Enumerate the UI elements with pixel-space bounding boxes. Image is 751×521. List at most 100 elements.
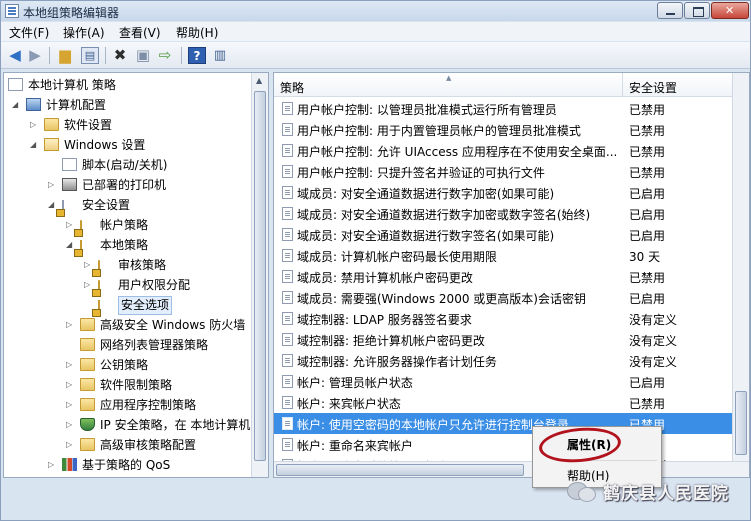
tree-item-windows-firewall[interactable]: ▷ 高级安全 Windows 防火墙 [66, 315, 256, 335]
menu-action[interactable]: 操作(A) [63, 24, 105, 41]
collapse-arrow-icon[interactable]: ◢ [66, 241, 74, 249]
tree-item-label: 网络列表管理器策略 [100, 338, 209, 352]
policy-name: 域成员: 对安全通道数据进行数字加密或数字签名(始终) [297, 208, 591, 222]
list-vertical-scrollbar[interactable] [732, 73, 749, 461]
menu-help[interactable]: 帮助(H) [176, 24, 218, 41]
close-button[interactable] [711, 2, 749, 19]
minimize-button[interactable] [657, 2, 683, 19]
scrollbar-thumb[interactable] [735, 391, 747, 455]
list-column-header: ▲ 策略 安全设置 [274, 73, 734, 97]
table-row[interactable]: 域成员: 计算机帐户密码最长使用期限 30 天 [274, 245, 734, 266]
computer-icon [26, 98, 41, 111]
table-row[interactable]: 帐户: 使用空密码的本地帐户只允许进行控制台登录 已禁用 [274, 413, 734, 434]
tree-item-software-restriction[interactable]: ▷ 软件限制策略 [66, 375, 256, 395]
tree-item-computer-config[interactable]: ◢ 计算机配置 [12, 95, 252, 115]
table-row[interactable]: 域成员: 对安全通道数据进行数字加密或数字签名(始终) 已启用 [274, 203, 734, 224]
collapse-arrow-icon[interactable]: ◢ [12, 101, 20, 109]
tree-item-local-computer-policy[interactable]: 本地计算机 策略 [8, 75, 248, 95]
help-icon[interactable]: ? [188, 47, 206, 64]
tree-item-public-key[interactable]: ▷ 公钥策略 [66, 355, 256, 375]
expand-arrow-icon[interactable]: ▷ [48, 461, 56, 469]
collapse-arrow-icon[interactable]: ◢ [48, 201, 56, 209]
delete-icon[interactable]: ✖ [111, 47, 129, 64]
forward-arrow-icon[interactable]: ▶ [26, 47, 44, 64]
table-row[interactable]: 域控制器: 允许服务器操作者计划任务 没有定义 [274, 350, 734, 371]
table-row[interactable]: 域成员: 对安全通道数据进行数字加密(如果可能) 已启用 [274, 182, 734, 203]
up-folder-icon[interactable]: ▆ [56, 47, 74, 64]
table-row[interactable]: 帐户: 管理员帐户状态 已启用 [274, 371, 734, 392]
table-row[interactable]: 域成员: 对安全通道数据进行数字签名(如果可能) 已启用 [274, 224, 734, 245]
expand-arrow-icon[interactable]: ▷ [84, 281, 92, 289]
folder-icon [80, 338, 95, 351]
column-policy-header[interactable]: 策略 [274, 73, 623, 97]
menu-view[interactable]: 查看(V) [119, 24, 161, 41]
column-setting-header[interactable]: 安全设置 [623, 73, 734, 97]
back-arrow-icon[interactable]: ◀ [6, 47, 24, 64]
tree-vertical-scrollbar[interactable]: ▲ [251, 73, 268, 477]
expand-arrow-icon[interactable]: ▷ [66, 401, 74, 409]
policy-name: 域控制器: LDAP 服务器签名要求 [297, 313, 472, 327]
security-setting-value: 已禁用 [629, 397, 666, 411]
tree-item-deployed-printers[interactable]: ▷ 已部署的打印机 [48, 175, 258, 195]
table-row[interactable]: 用户帐户控制: 以管理员批准模式运行所有管理员 已禁用 [274, 98, 734, 119]
show-tree-icon[interactable]: ▤ [81, 47, 99, 64]
tree-item-local-policies[interactable]: ◢ 本地策略 [66, 235, 256, 256]
list-horizontal-scrollbar[interactable] [274, 461, 749, 477]
tree-item-audit-policy[interactable]: ▷ 审核策略 [84, 255, 254, 276]
properties-icon[interactable]: ▣ [134, 47, 152, 64]
table-row[interactable]: 域控制器: LDAP 服务器签名要求 没有定义 [274, 308, 734, 329]
security-setting-value: 已禁用 [629, 124, 666, 138]
tree-item-user-rights[interactable]: ▷ 用户权限分配 [84, 275, 254, 296]
tree-item-qos[interactable]: ▷ 基于策略的 QoS [48, 455, 258, 475]
security-setting-value: 已启用 [629, 187, 666, 201]
view-icon[interactable]: ▥ [211, 47, 229, 64]
tree-item-ip-security[interactable]: ▷ IP 安全策略，在 本地计算机 [66, 415, 256, 435]
tree-item-advanced-audit[interactable]: ▷ 高级审核策略配置 [66, 435, 256, 455]
folder-icon [44, 118, 59, 131]
scrollbar-thumb[interactable] [254, 91, 266, 461]
policy-name: 用户帐户控制: 允许 UIAccess 应用程序在不使用安全桌面... [297, 145, 618, 159]
policy-list-view[interactable]: ▲ 策略 安全设置 用户帐户控制: 以管理员批准模式运行所有管理员 已禁用 用户帐户… [273, 72, 750, 478]
table-row[interactable]: 域控制器: 拒绝计算机帐户密码更改 没有定义 [274, 329, 734, 350]
expand-arrow-icon[interactable]: ▷ [66, 221, 74, 229]
expand-arrow-icon[interactable]: ▷ [66, 441, 74, 449]
tree-item-label: 本地计算机 策略 [28, 78, 116, 92]
table-row[interactable]: 用户帐户控制: 只提升签名并验证的可执行文件 已禁用 [274, 161, 734, 182]
expand-arrow-icon[interactable]: ▷ [66, 361, 74, 369]
policy-name: 用户帐户控制: 用于内置管理员帐户的管理员批准模式 [297, 124, 581, 138]
policy-name: 域成员: 对安全通道数据进行数字加密(如果可能) [297, 187, 555, 201]
navigation-tree[interactable]: 本地计算机 策略 ◢ 计算机配置 ▷ 软件设置 ◢ Windows 设置 脚本(… [3, 72, 269, 478]
policy-name: 帐户: 来宾帐户状态 [297, 397, 401, 411]
expand-arrow-icon[interactable]: ▷ [48, 181, 56, 189]
export-icon[interactable]: ⇨ [156, 47, 174, 64]
expand-arrow-icon[interactable]: ▷ [66, 381, 74, 389]
policy-item-icon [282, 123, 293, 136]
folder-lock-icon [98, 260, 100, 276]
table-row[interactable]: 帐户: 重命名来宾帐户 [274, 434, 734, 455]
collapse-arrow-icon[interactable]: ◢ [30, 141, 38, 149]
folder-icon [80, 358, 95, 371]
table-row[interactable]: 用户帐户控制: 允许 UIAccess 应用程序在不使用安全桌面... 已禁用 [274, 140, 734, 161]
expand-arrow-icon[interactable]: ▷ [66, 321, 74, 329]
tree-item-network-list[interactable]: 网络列表管理器策略 [66, 335, 256, 355]
expand-arrow-icon[interactable]: ▷ [84, 261, 92, 269]
tree-item-software-settings[interactable]: ▷ 软件设置 [30, 115, 260, 135]
scrollbar-thumb[interactable] [276, 464, 524, 476]
policy-item-icon [282, 312, 293, 325]
expand-arrow-icon[interactable]: ▷ [66, 421, 74, 429]
table-row[interactable]: 域成员: 需要强(Windows 2000 或更高版本)会话密钥 已启用 [274, 287, 734, 308]
tree-item-security-settings[interactable]: ◢ 安全设置 [48, 195, 258, 216]
table-row[interactable]: 帐户: 来宾帐户状态 已禁用 [274, 392, 734, 413]
tree-item-app-control[interactable]: ▷ 应用程序控制策略 [66, 395, 256, 415]
tree-item-windows-settings[interactable]: ◢ Windows 设置 [30, 135, 260, 155]
table-row[interactable]: 用户帐户控制: 用于内置管理员帐户的管理员批准模式 已禁用 [274, 119, 734, 140]
scroll-up-arrow-icon[interactable]: ▲ [256, 76, 262, 85]
tree-item-scripts[interactable]: 脚本(启动/关机) [58, 155, 258, 175]
folder-lock-open-icon [80, 240, 82, 256]
expand-arrow-icon[interactable]: ▷ [30, 121, 38, 129]
tree-item-account-policies[interactable]: ▷ 帐户策略 [66, 215, 256, 236]
table-row[interactable]: 域成员: 禁用计算机帐户密码更改 已禁用 [274, 266, 734, 287]
menu-file[interactable]: 文件(F) [9, 24, 49, 41]
tree-item-security-options[interactable]: 安全选项 [84, 295, 254, 316]
maximize-button[interactable] [684, 2, 710, 19]
